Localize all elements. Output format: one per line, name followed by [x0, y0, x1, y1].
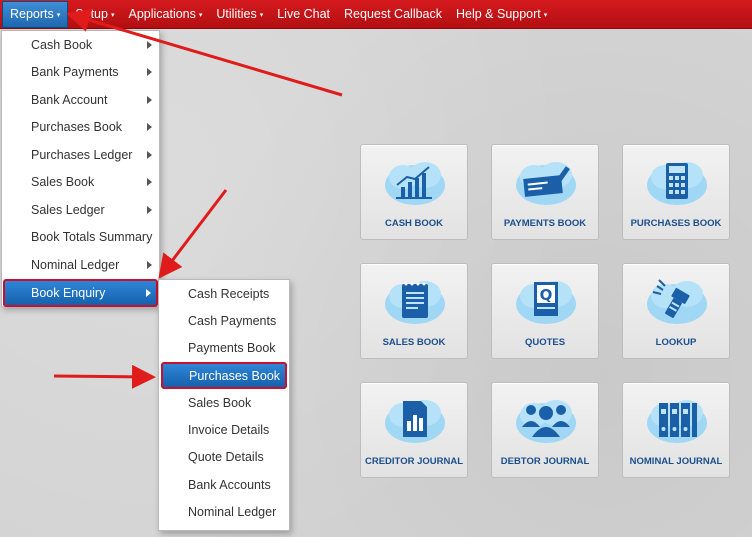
arrow-to-book-enquiry — [158, 189, 228, 279]
menu-item-label: Book Enquiry — [31, 285, 106, 300]
menu-item-purchases-ledger[interactable]: Purchases Ledger — [2, 141, 159, 169]
tile-sales-book[interactable]: SALES BOOK — [360, 263, 468, 359]
caret-down-icon: ▾ — [198, 12, 203, 19]
menu-item-nominal-ledger[interactable]: Nominal Ledger — [2, 251, 159, 279]
tile-label: QUOTES — [524, 337, 566, 348]
menu-item-sales-ledger[interactable]: Sales Ledger — [2, 196, 159, 224]
chevron-right-icon — [147, 150, 152, 159]
tile-label: LOOKUP — [655, 337, 697, 348]
menu-item-label: Cash Book — [31, 37, 93, 52]
tile-label: CREDITOR JOURNAL — [365, 456, 463, 467]
binders-icon — [647, 400, 707, 443]
notepad-icon — [385, 281, 445, 324]
tile-quotes[interactable]: Q QUOTES — [491, 263, 599, 359]
bar-chart-icon — [385, 162, 445, 205]
tile-label: PAYMENTS BOOK — [503, 218, 587, 229]
tile-purchases-book[interactable]: PURCHASES BOOK — [622, 144, 730, 240]
menu-item-sales-book[interactable]: Sales Book — [2, 169, 159, 197]
svg-text:Q: Q — [540, 286, 553, 304]
nav-request-callback-label: Request Callback — [344, 7, 442, 21]
submenu-item-sales-book[interactable]: Sales Book — [159, 389, 289, 416]
nav-setup-label: Setup — [75, 7, 108, 21]
menu-item-label: Bank Payments — [31, 65, 119, 80]
tile-label: PURCHASES BOOK — [630, 218, 722, 229]
nav-request-callback[interactable]: Request Callback — [337, 0, 449, 29]
nav-applications-label: Applications — [128, 7, 196, 21]
nav-help-support-label: Help & Support — [456, 7, 541, 21]
chevron-right-icon — [147, 178, 152, 187]
menu-item-purchases-book[interactable]: Purchases Book — [2, 114, 159, 142]
menu-item-label: Sales Ledger — [31, 202, 105, 217]
people-group-icon — [516, 400, 576, 443]
tile-label: NOMINAL JOURNAL — [629, 456, 723, 467]
menu-item-label: Purchases Ledger — [31, 147, 133, 162]
menu-item-label: Nominal Ledger — [31, 257, 120, 272]
menu-item-bank-account[interactable]: Bank Account — [2, 86, 159, 114]
submenu-item-purchases-book[interactable]: Purchases Book — [161, 361, 287, 390]
chevron-right-icon — [147, 95, 152, 104]
submenu-item-nominal-ledger[interactable]: Nominal Ledger — [159, 498, 289, 525]
tile-cash-book[interactable]: CASH BOOK — [360, 144, 468, 240]
submenu-item-bank-accounts[interactable]: Bank Accounts — [159, 471, 289, 498]
nav-utilities-label: Utilities — [216, 7, 257, 21]
submenu-item-cash-payments[interactable]: Cash Payments — [159, 307, 289, 334]
menu-item-label: Purchases Book — [31, 120, 123, 135]
menu-item-cash-book[interactable]: Cash Book — [2, 31, 159, 59]
menu-item-label: Book Totals Summary — [31, 230, 153, 245]
nav-help-support[interactable]: Help & Support ▾ — [449, 0, 554, 29]
tile-debtor-journal[interactable]: DEBTOR JOURNAL — [491, 382, 599, 478]
reports-dropdown-menu: Cash Book Bank Payments Bank Account Pur… — [1, 30, 160, 307]
submenu-item-invoice-details[interactable]: Invoice Details — [159, 416, 289, 443]
nav-setup[interactable]: Setup ▾ — [68, 0, 121, 29]
caret-down-icon: ▾ — [259, 12, 264, 19]
tile-label: SALES BOOK — [382, 337, 446, 348]
chevron-right-icon — [147, 68, 152, 77]
nav-reports[interactable]: Reports ▾ — [2, 0, 69, 28]
tile-label: DEBTOR JOURNAL — [500, 456, 590, 467]
nav-utilities[interactable]: Utilities ▾ — [209, 0, 270, 29]
menu-item-label: Sales Book — [31, 175, 95, 190]
chevron-right-icon — [147, 205, 152, 214]
tile-payments-book[interactable]: PAYMENTS BOOK — [491, 144, 599, 240]
nav-reports-label: Reports — [10, 7, 54, 21]
flashlight-icon — [647, 279, 707, 324]
submenu-item-cash-receipts[interactable]: Cash Receipts — [159, 280, 289, 307]
nav-live-chat-label: Live Chat — [277, 7, 331, 21]
menu-item-book-totals-summary[interactable]: Book Totals Summary — [2, 224, 159, 252]
book-enquiry-submenu: Cash Receipts Cash Payments Payments Boo… — [158, 279, 290, 531]
tile-label: CASH BOOK — [384, 218, 444, 229]
arrow-to-purchases-book — [53, 364, 156, 389]
calculator-icon — [647, 162, 707, 205]
caret-down-icon: ▾ — [543, 12, 548, 19]
menu-item-label: Bank Account — [31, 92, 108, 107]
caret-down-icon: ▾ — [110, 12, 115, 19]
chevron-right-icon — [146, 288, 151, 297]
submenu-item-quote-details[interactable]: Quote Details — [159, 444, 289, 471]
tile-creditor-journal[interactable]: CREDITOR JOURNAL — [360, 382, 468, 478]
menu-item-book-enquiry[interactable]: Book Enquiry — [3, 278, 158, 307]
tile-lookup[interactable]: LOOKUP — [622, 263, 730, 359]
caret-down-icon: ▾ — [56, 12, 61, 19]
nav-live-chat[interactable]: Live Chat — [270, 0, 337, 29]
quote-document-icon: Q — [516, 281, 576, 324]
chart-document-icon — [385, 400, 445, 443]
nav-applications[interactable]: Applications ▾ — [121, 0, 209, 29]
top-nav-bar: Reports ▾ Setup ▾ Applications ▾ Utiliti… — [0, 0, 752, 29]
cheque-pen-icon — [516, 162, 576, 205]
submenu-item-payments-book[interactable]: Payments Book — [159, 335, 289, 362]
chevron-right-icon — [147, 260, 152, 269]
menu-item-bank-payments[interactable]: Bank Payments — [2, 59, 159, 87]
tile-nominal-journal[interactable]: NOMINAL JOURNAL — [622, 382, 730, 478]
chevron-right-icon — [147, 123, 152, 132]
chevron-right-icon — [147, 40, 152, 49]
